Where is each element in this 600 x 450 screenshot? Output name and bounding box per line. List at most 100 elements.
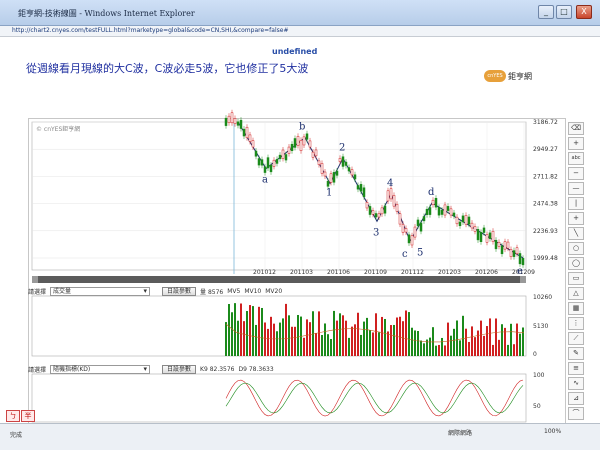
volume-bar <box>237 320 239 356</box>
kd-plot-area <box>31 373 527 423</box>
volume-bar <box>468 341 470 356</box>
volume-bar <box>258 306 260 356</box>
candle-body <box>455 216 459 225</box>
candle-body <box>464 215 468 225</box>
volume-bar <box>447 322 449 356</box>
price-x-tick: 201103 <box>290 269 313 276</box>
candle-body <box>461 215 465 223</box>
volume-bar <box>327 334 329 356</box>
volume-bar <box>243 321 245 356</box>
volume-legend-2: MV10 <box>244 287 262 295</box>
candle-body <box>497 242 501 247</box>
gann-icon[interactable]: ⊿ <box>568 392 584 405</box>
candle-body <box>236 121 240 126</box>
price-x-tick: 201203 <box>438 269 461 276</box>
volume-bar <box>288 315 290 356</box>
candle-body <box>317 160 321 165</box>
candle-body <box>473 226 477 232</box>
wave-icon[interactable]: ∿ <box>568 377 584 390</box>
candle-body <box>278 154 282 160</box>
candle-body <box>314 149 318 157</box>
candle-body <box>323 171 327 177</box>
price-x-tick: 201012 <box>253 269 276 276</box>
wave-label: a <box>262 175 268 186</box>
rectangle-icon[interactable]: ▭ <box>568 272 584 285</box>
volume-bar <box>285 303 287 356</box>
tab-1[interactable]: 半 <box>21 410 35 422</box>
volume-bar <box>486 326 488 356</box>
kd-indicator-select[interactable]: 隨機指標(KD) <box>50 364 151 374</box>
volume-bar <box>459 340 461 356</box>
volume-bar <box>270 316 272 356</box>
volume-bar <box>492 344 494 356</box>
volume-y-tick: 10260 <box>533 294 552 301</box>
cross-icon[interactable]: + <box>568 212 584 225</box>
ellipse-icon[interactable]: ◯ <box>568 257 584 270</box>
diagonal-line-icon[interactable]: ╲ <box>568 227 584 240</box>
candle-body <box>383 205 387 214</box>
volume-indicator-select[interactable]: 成交量 <box>50 286 151 296</box>
volume-y-tick: 0 <box>533 351 537 358</box>
candle-body <box>224 117 228 126</box>
horizontal-line-icon[interactable]: — <box>568 182 584 195</box>
kd-toolbar: 請選擇 隨機指標(KD) 日設參數 K9 82.3576 D9 78.3633 <box>28 364 274 374</box>
price-plot-area <box>31 121 527 271</box>
circle-icon[interactable]: ○ <box>568 242 584 255</box>
volume-bar <box>465 328 467 356</box>
volume-bar <box>273 323 275 356</box>
candle-body <box>248 134 252 142</box>
volume-bar <box>489 318 491 356</box>
wave-label: 1 <box>326 187 332 198</box>
candle-body <box>335 170 339 176</box>
price-chart[interactable]: © cnYES鉅亨網3186.722949.272711.822474.3822… <box>0 0 600 450</box>
plus-icon[interactable]: + <box>568 137 584 150</box>
candle-body <box>311 151 315 158</box>
kd-settings-button[interactable]: 日設參數 <box>162 364 197 374</box>
fan-icon[interactable]: ⟋ <box>568 332 584 345</box>
candle-body <box>392 195 396 207</box>
candle-body <box>515 247 519 254</box>
candle-body <box>485 234 489 243</box>
candle-body <box>440 209 444 215</box>
price-y-tick: 2949.27 <box>533 146 558 153</box>
volume-bar <box>294 326 296 356</box>
candle-body <box>341 156 345 167</box>
vertical-line-icon[interactable]: | <box>568 197 584 210</box>
candle-body <box>230 112 234 124</box>
kd-select-label: 請選擇 <box>28 366 47 374</box>
kd-legend-1: D9 78.3633 <box>238 365 274 373</box>
volume-bar <box>501 324 503 356</box>
candle-body <box>401 224 405 233</box>
candle-body <box>410 235 414 246</box>
eraser-icon[interactable]: ⌫ <box>568 122 584 135</box>
candle-body <box>260 159 264 166</box>
wave-label: b <box>299 122 305 133</box>
price-y-tick: 2474.38 <box>533 201 558 208</box>
candle-body <box>239 119 243 129</box>
candle-body <box>419 222 423 232</box>
pen-icon[interactable]: ✎ <box>568 347 584 360</box>
kd-y-tick: 50 <box>533 403 541 410</box>
candle-body <box>332 172 336 183</box>
candle-body <box>293 138 297 148</box>
grid-icon[interactable]: ▦ <box>568 302 584 315</box>
volume-bar <box>477 330 479 356</box>
tab-0[interactable]: ㄅ <box>6 410 20 422</box>
arc-icon[interactable]: ⌒ <box>568 407 584 420</box>
minus-icon[interactable]: − <box>568 167 584 180</box>
candle-body <box>284 154 288 161</box>
triangle-icon[interactable]: △ <box>568 287 584 300</box>
volume-bar <box>282 318 284 356</box>
volume-bar <box>387 331 389 356</box>
volume-y-tick: 5130 <box>533 323 548 330</box>
candle-body <box>398 213 402 225</box>
status-zoom[interactable]: 100% <box>544 428 561 435</box>
volume-bar <box>351 326 353 356</box>
volume-bar <box>228 303 230 356</box>
wave-label: 5 <box>417 248 423 259</box>
volume-settings-button[interactable]: 日設參數 <box>162 286 197 296</box>
fibonacci-icon[interactable]: ≡ <box>568 362 584 375</box>
volume-bar <box>333 310 335 356</box>
ruler-icon[interactable]: ⋮ <box>568 317 584 330</box>
abc-icon[interactable]: abc <box>568 152 584 165</box>
